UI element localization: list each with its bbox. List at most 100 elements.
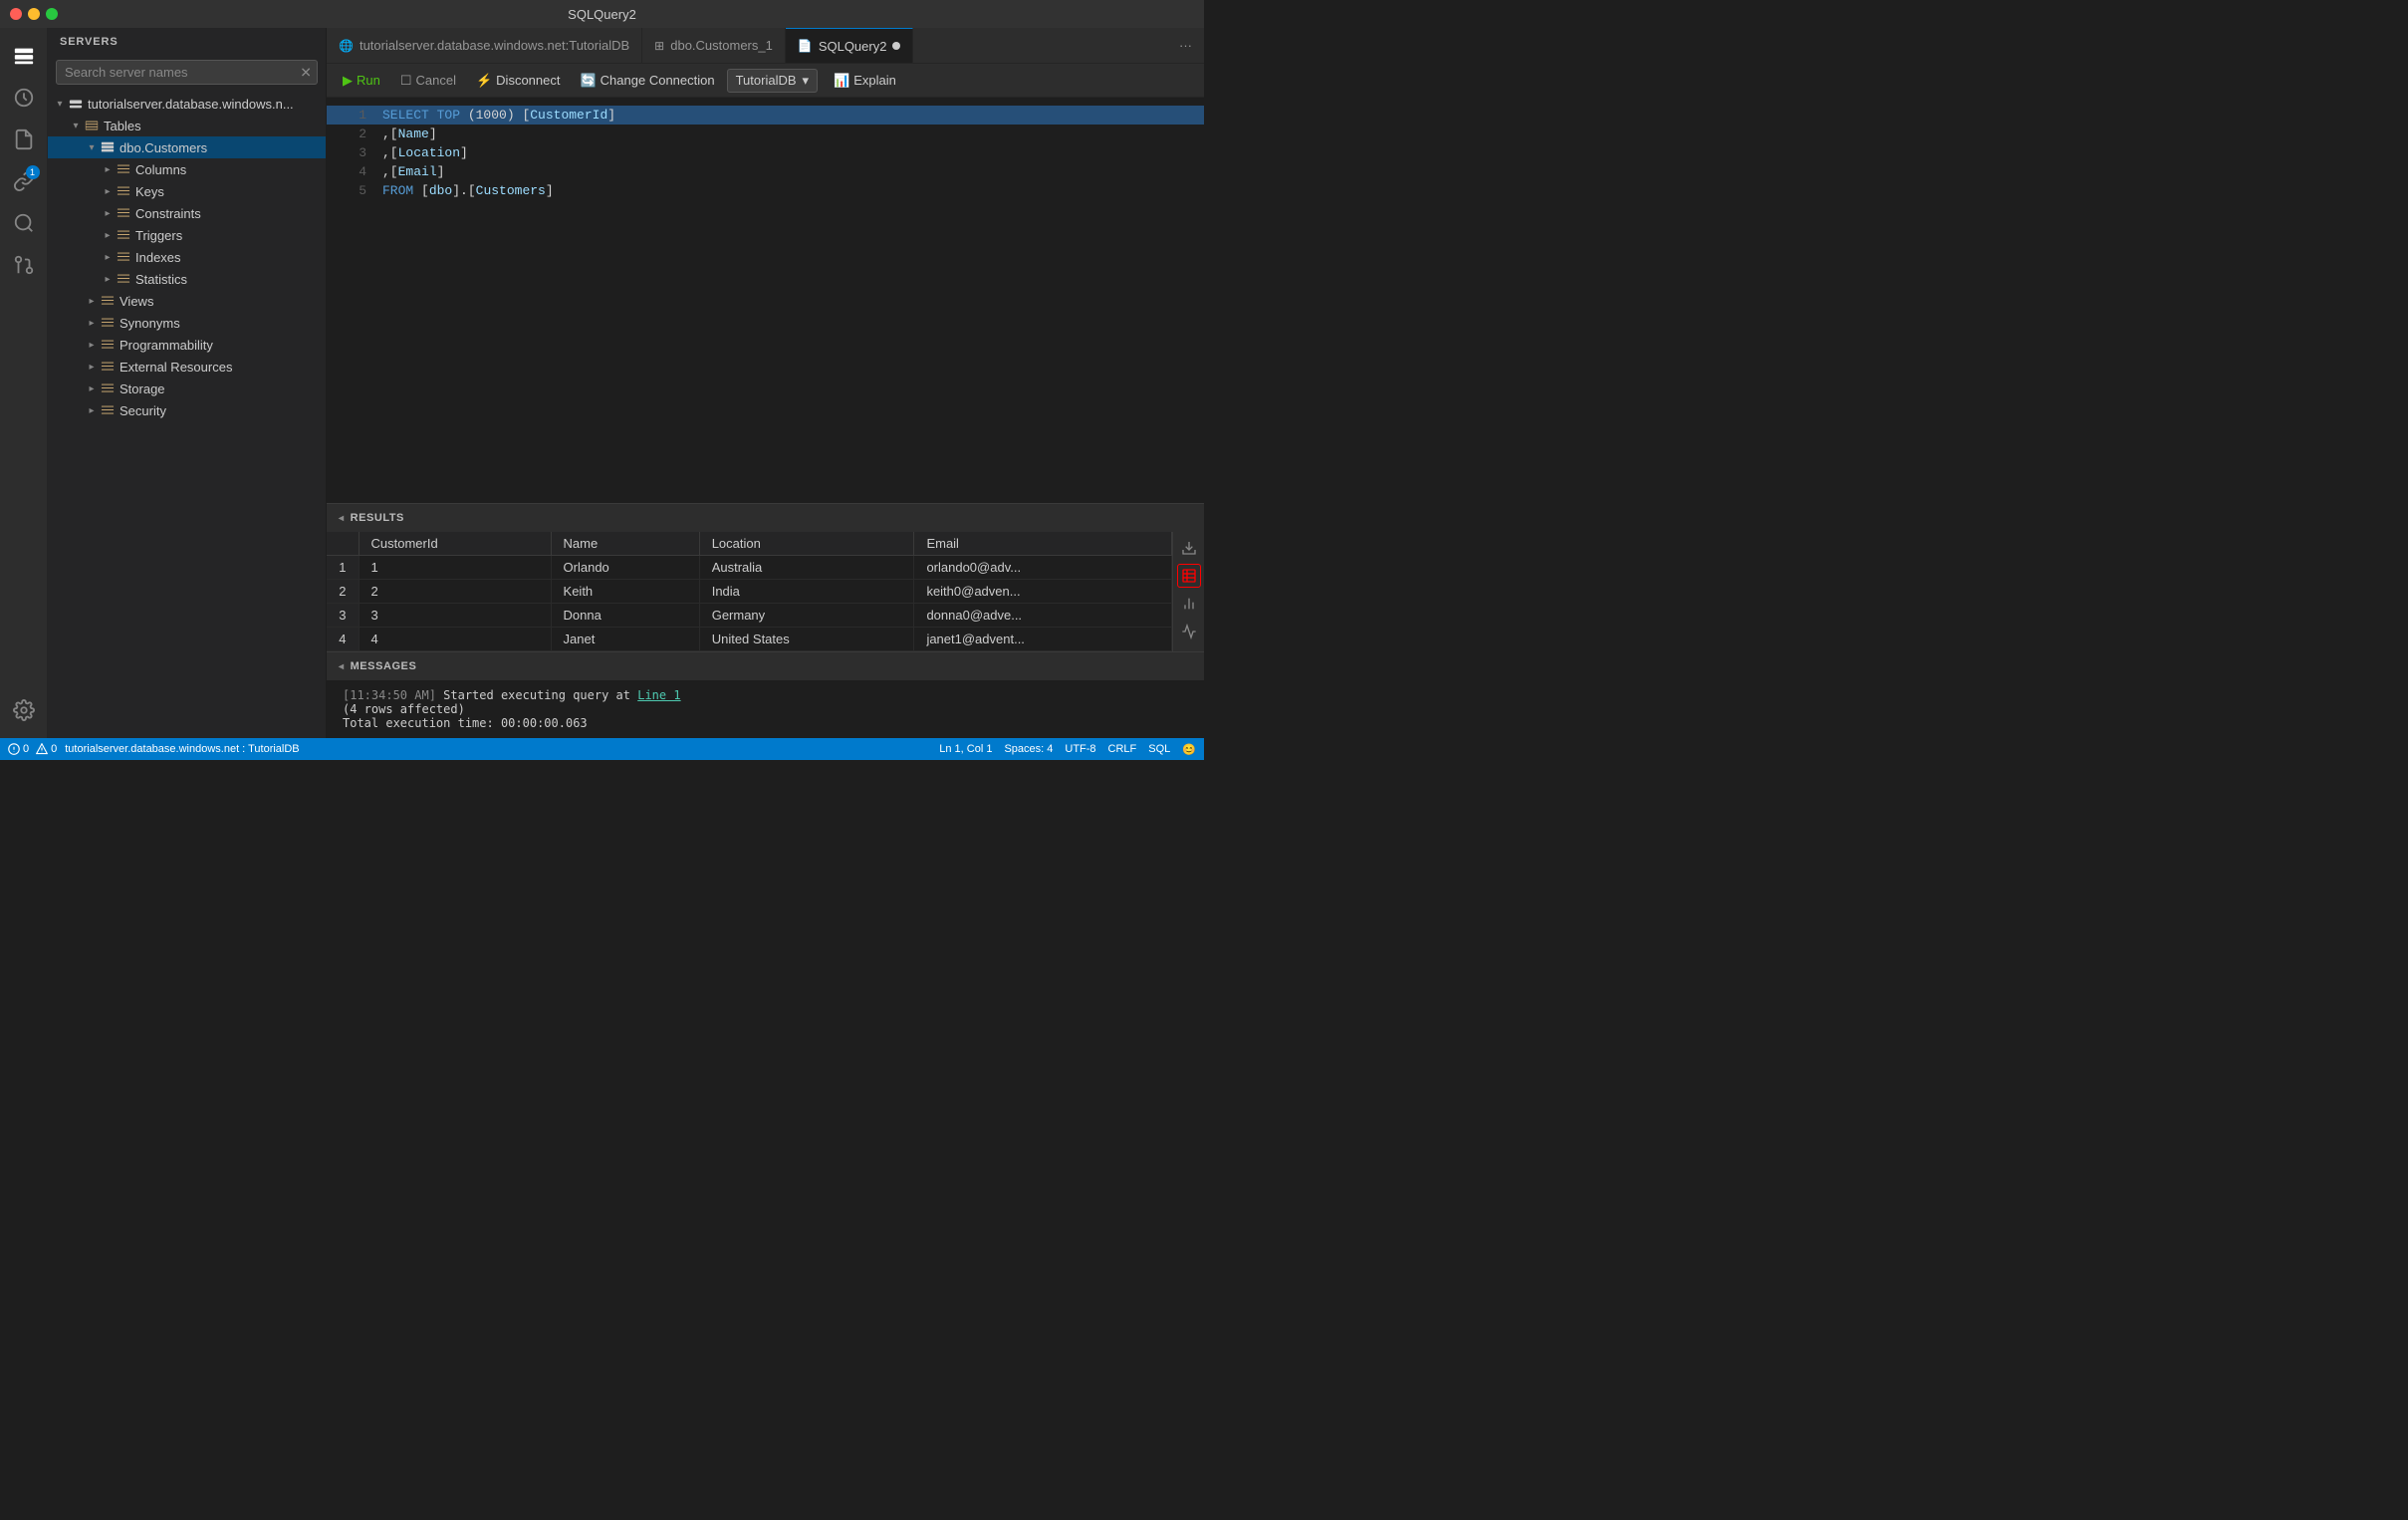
messages-header[interactable]: ◂ MESSAGES: [327, 652, 1204, 680]
status-emoji[interactable]: 😊: [1182, 743, 1196, 756]
tabs-bar: 🌐 tutorialserver.database.windows.net:Tu…: [327, 28, 1204, 63]
code-editor[interactable]: 1 SELECT TOP (1000) [CustomerId] 2 ,[Nam…: [327, 98, 1204, 503]
tree-constraints[interactable]: Constraints: [48, 202, 326, 224]
tree-triggers[interactable]: Triggers: [48, 224, 326, 246]
columns-arrow: [100, 161, 116, 177]
tree-programmability[interactable]: Programmability: [48, 334, 326, 356]
line-number-1: 1: [335, 108, 366, 123]
tree-external-resources[interactable]: External Resources: [48, 356, 326, 378]
message-text-1: Started executing query at: [443, 688, 637, 702]
external-resources-arrow: [84, 359, 100, 375]
run-icon: ▶: [343, 73, 353, 89]
tab-sqlquery[interactable]: 📄 SQLQuery2: [786, 28, 914, 63]
activity-connections[interactable]: 1: [4, 161, 44, 201]
tree-server-item[interactable]: tutorialserver.database.windows.n...: [48, 93, 326, 115]
customers-expand-arrow: [84, 139, 100, 155]
results-header[interactable]: ◂ RESULTS: [327, 504, 1204, 532]
connection-badge: 1: [26, 165, 40, 179]
views-folder-icon: [100, 293, 116, 309]
cell-name-3: Donna: [551, 604, 699, 628]
messages-content: [11:34:50 AM] Started executing query at…: [327, 680, 1204, 738]
search-input[interactable]: [56, 60, 318, 85]
activity-source-control[interactable]: [4, 245, 44, 285]
code-line-1: 1 SELECT TOP (1000) [CustomerId]: [327, 106, 1204, 125]
minimize-button[interactable]: [28, 8, 40, 20]
tab-customers[interactable]: ⊞ dbo.Customers_1: [642, 28, 786, 63]
tab-more-button[interactable]: ···: [1167, 28, 1204, 63]
tree-tables-item[interactable]: Tables: [48, 115, 326, 136]
run-button[interactable]: ▶ Run: [335, 70, 388, 92]
constraints-folder-icon: [116, 205, 131, 221]
status-errors[interactable]: 0 0: [8, 743, 57, 755]
status-server[interactable]: tutorialserver.database.windows.net : Tu…: [65, 743, 299, 755]
run-label: Run: [357, 73, 380, 88]
columns-label: Columns: [135, 162, 326, 177]
code-line-4: 4 ,[Email]: [327, 162, 1204, 181]
cell-location-3: Germany: [699, 604, 914, 628]
window-title: SQLQuery2: [568, 7, 636, 22]
cell-location-2: India: [699, 580, 914, 604]
status-spaces[interactable]: Spaces: 4: [1004, 743, 1053, 755]
activity-history[interactable]: [4, 78, 44, 118]
chart-icon[interactable]: [1177, 592, 1201, 616]
cell-email-1: orlando0@adv...: [914, 556, 1172, 580]
close-button[interactable]: [10, 8, 22, 20]
external-resources-label: External Resources: [120, 360, 326, 375]
external-resources-folder-icon: [100, 359, 116, 375]
activity-servers[interactable]: [4, 36, 44, 76]
row-num-1: 1: [327, 556, 359, 580]
disconnect-button[interactable]: ⚡ Disconnect: [468, 70, 569, 92]
statistics-folder-icon: [116, 271, 131, 287]
error-count: 0: [23, 743, 29, 755]
view-as-table-icon[interactable]: [1177, 564, 1201, 588]
status-position[interactable]: Ln 1, Col 1: [939, 743, 992, 755]
programmability-label: Programmability: [120, 338, 326, 353]
activity-file[interactable]: [4, 120, 44, 159]
status-line-ending[interactable]: CRLF: [1108, 743, 1137, 755]
message-link[interactable]: Line 1: [637, 688, 680, 702]
tree-table-customers[interactable]: dbo.Customers: [48, 136, 326, 158]
database-selector[interactable]: TutorialDB ▾: [727, 69, 818, 93]
line-content-5: FROM [dbo].[Customers]: [382, 183, 554, 198]
message-time: [11:34:50 AM]: [343, 688, 436, 702]
cell-name-2: Keith: [551, 580, 699, 604]
cancel-button[interactable]: ☐ Cancel: [392, 70, 464, 92]
status-encoding[interactable]: UTF-8: [1065, 743, 1095, 755]
tree-storage[interactable]: Storage: [48, 378, 326, 399]
results-table-container[interactable]: CustomerId Name Location Email 1 1: [327, 532, 1172, 651]
tree-keys[interactable]: Keys: [48, 180, 326, 202]
storage-arrow: [84, 380, 100, 396]
cell-email-4: janet1@advent...: [914, 628, 1172, 651]
results-side-icons: [1172, 532, 1204, 651]
visualize-icon[interactable]: [1177, 620, 1201, 643]
server-expand-arrow: [52, 96, 68, 112]
status-language[interactable]: SQL: [1148, 743, 1170, 755]
tree-synonyms[interactable]: Synonyms: [48, 312, 326, 334]
tree-columns[interactable]: Columns: [48, 158, 326, 180]
save-results-icon[interactable]: [1177, 536, 1201, 560]
status-left: 0 0 tutorialserver.database.windows.net …: [8, 743, 300, 755]
change-connection-icon: 🔄: [580, 73, 596, 89]
search-box: ✕: [56, 60, 318, 85]
tab-server[interactable]: 🌐 tutorialserver.database.windows.net:Tu…: [327, 28, 642, 63]
change-connection-button[interactable]: 🔄 Change Connection: [572, 70, 722, 92]
results-body: CustomerId Name Location Email 1 1: [327, 532, 1204, 651]
code-line-3: 3 ,[Location]: [327, 143, 1204, 162]
status-bar: 0 0 tutorialserver.database.windows.net …: [0, 738, 1204, 760]
cell-name-1: Orlando: [551, 556, 699, 580]
keys-label: Keys: [135, 184, 326, 199]
line-content-2: ,[Name]: [382, 127, 437, 141]
globe-icon: 🌐: [339, 39, 354, 53]
database-name: TutorialDB: [736, 73, 797, 88]
tree-views[interactable]: Views: [48, 290, 326, 312]
explain-button[interactable]: 📊 Explain: [826, 70, 904, 92]
explain-icon: 📊: [834, 73, 849, 89]
tree-statistics[interactable]: Statistics: [48, 268, 326, 290]
tab-customers-label: dbo.Customers_1: [670, 38, 773, 53]
tree-security[interactable]: Security: [48, 399, 326, 421]
activity-search[interactable]: [4, 203, 44, 243]
maximize-button[interactable]: [46, 8, 58, 20]
search-clear-icon[interactable]: ✕: [300, 64, 312, 81]
activity-settings[interactable]: [4, 690, 44, 730]
tree-indexes[interactable]: Indexes: [48, 246, 326, 268]
